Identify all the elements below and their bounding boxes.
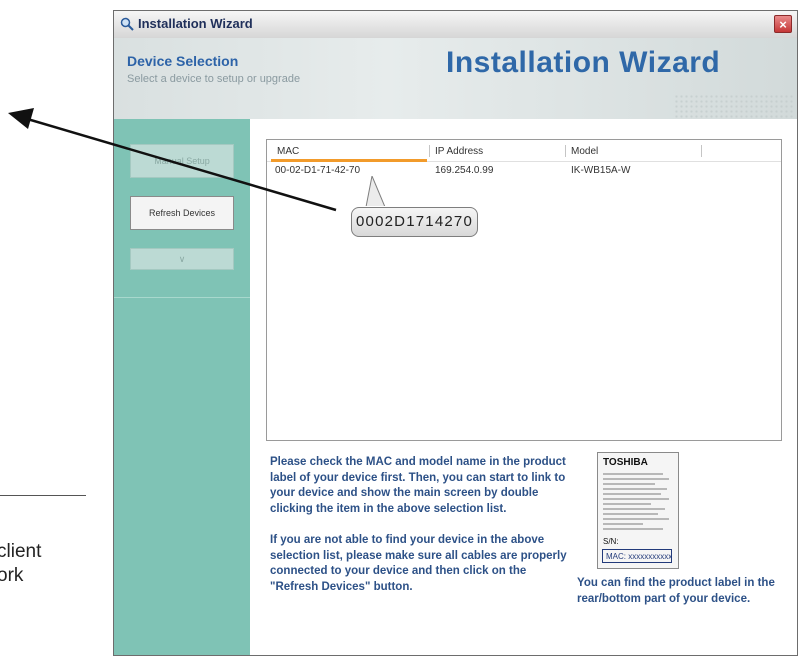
magnifier-icon: [120, 17, 134, 31]
label-serial: S/N:: [603, 537, 619, 546]
callout-mac-text: 0002D1714270: [356, 213, 473, 230]
cell-mac: 00-02-D1-71-42-70: [275, 165, 361, 176]
product-label-image: TOSHIBA S/N: MAC: xxxxxxxxxxxx: [597, 452, 679, 569]
content-area: MAC IP Address Model 00-02-D1-71-42-70 1…: [250, 119, 797, 655]
label-brand: TOSHIBA: [603, 457, 648, 468]
title-bar[interactable]: Installation Wizard ×: [114, 11, 797, 39]
column-header-ip[interactable]: IP Address: [435, 146, 483, 157]
column-header-mac[interactable]: MAC: [277, 146, 299, 157]
chevron-down-icon: ∨: [178, 253, 186, 264]
installation-wizard-window: Installation Wizard × Device Selection S…: [113, 10, 798, 656]
manual-setup-label: Manual Setup: [154, 155, 210, 166]
arrow-head-icon: [8, 108, 34, 129]
window-title: Installation Wizard: [138, 16, 253, 31]
label-fine-print: [603, 473, 671, 533]
instructions: Please check the MAC and model name in t…: [270, 455, 570, 611]
page-rule-line: [0, 495, 86, 496]
wizard-banner: Installation Wizard: [446, 46, 721, 79]
left-panel-divider: [114, 297, 250, 298]
page-text-fragment-1: client: [0, 541, 42, 562]
refresh-devices-button[interactable]: Refresh Devices: [130, 196, 234, 230]
upgrade-button[interactable]: ∨: [130, 248, 234, 270]
mac-callout: 0002D1714270: [351, 207, 478, 237]
step-title: Device Selection: [127, 53, 239, 69]
step-subtitle: Select a device to setup or upgrade: [127, 73, 301, 85]
manual-setup-button[interactable]: Manual Setup: [130, 144, 234, 178]
callout-tail: [365, 176, 386, 206]
column-separator: [701, 145, 702, 157]
device-list[interactable]: MAC IP Address Model 00-02-D1-71-42-70 1…: [266, 139, 782, 441]
instruction-paragraph-1: Please check the MAC and model name in t…: [270, 456, 566, 515]
column-separator: [429, 145, 430, 157]
left-panel: Manual Setup Refresh Devices ∨: [114, 119, 250, 655]
label-mac: MAC: xxxxxxxxxxxx: [602, 549, 672, 563]
refresh-devices-label: Refresh Devices: [148, 207, 216, 218]
column-separator: [565, 145, 566, 157]
instruction-paragraph-2: If you are not able to find your device …: [270, 534, 567, 593]
cell-ip: 169.254.0.99: [435, 165, 494, 176]
page-text-fragment-2: ork: [0, 565, 24, 586]
cell-model: IK-WB15A-W: [571, 165, 631, 176]
product-label-caption: You can find the product label in the re…: [577, 577, 775, 605]
close-button[interactable]: ×: [774, 15, 792, 33]
column-header-model[interactable]: Model: [571, 146, 598, 157]
sort-indicator-bar: [271, 159, 427, 162]
